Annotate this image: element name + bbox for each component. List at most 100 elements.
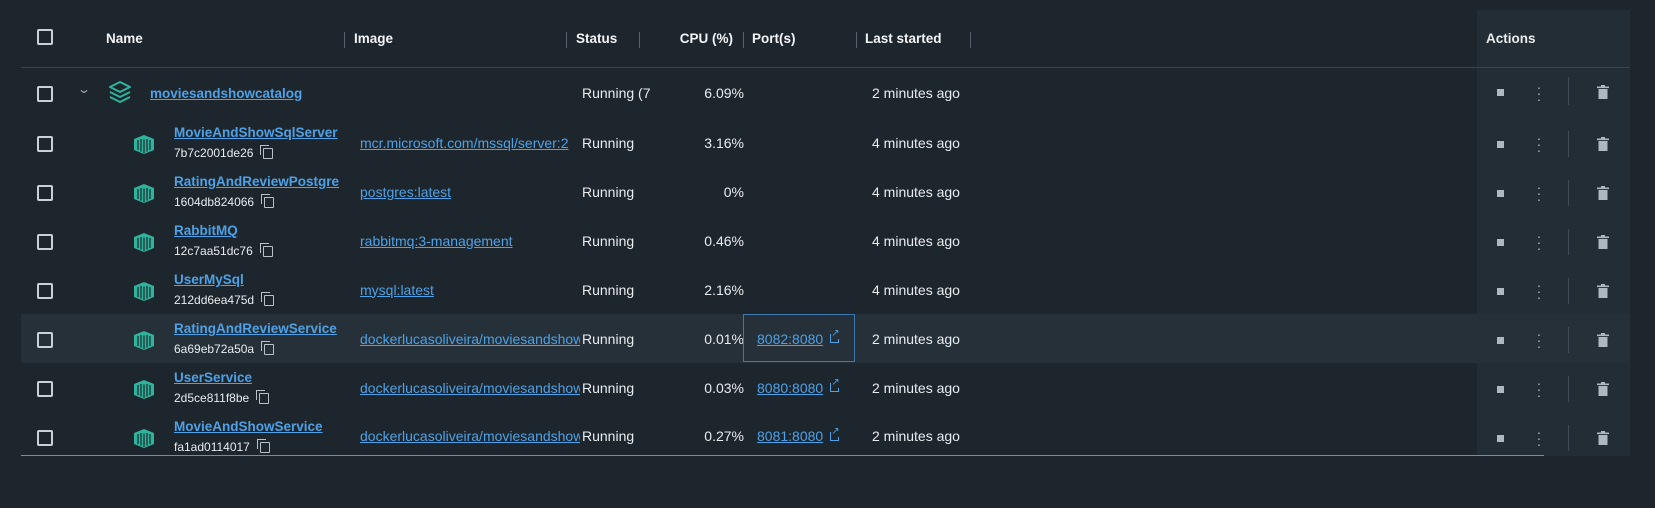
container-name-link[interactable]: RatingAndReviewPostgre — [174, 173, 339, 190]
group-name-link[interactable]: moviesandshowcatalog — [150, 86, 302, 101]
container-name-link[interactable]: MovieAndShowService — [174, 418, 323, 435]
action-divider — [1568, 278, 1569, 304]
trash-icon[interactable] — [1597, 333, 1609, 347]
row-checkbox[interactable] — [37, 234, 53, 250]
copy-icon[interactable] — [256, 438, 270, 453]
container-row[interactable]: RatingAndReviewPostgre 1604db824066 post… — [21, 167, 1630, 216]
more-vertical-icon[interactable]: · · · — [1536, 376, 1542, 402]
row-checkbox[interactable] — [37, 283, 53, 299]
container-id-text: 12c7aa51dc76 — [174, 244, 253, 258]
copy-icon[interactable] — [259, 242, 273, 257]
image-link[interactable]: dockerlucasoliveira/moviesandshow — [360, 331, 580, 347]
image-link[interactable]: mcr.microsoft.com/mssql/server:2 — [360, 135, 568, 151]
container-name-link[interactable]: UserMySql — [174, 271, 274, 288]
more-vertical-icon[interactable]: · · · — [1536, 425, 1542, 451]
trash-icon[interactable] — [1597, 431, 1609, 445]
container-name-link[interactable]: UserService — [174, 369, 269, 386]
header-status[interactable]: Status — [576, 10, 617, 67]
container-icon — [134, 282, 154, 301]
column-divider[interactable] — [344, 32, 345, 48]
header-ports[interactable]: Port(s) — [752, 10, 796, 67]
container-status: Running — [582, 379, 635, 396]
stop-icon[interactable] — [1497, 141, 1504, 148]
more-vertical-icon[interactable]: · · · — [1536, 278, 1542, 304]
chevron-down-icon[interactable]: ⌄ — [77, 82, 91, 96]
external-link-icon[interactable] — [830, 378, 840, 392]
column-divider[interactable] — [970, 32, 971, 48]
row-checkbox[interactable] — [37, 136, 53, 152]
row-checkbox[interactable] — [37, 332, 53, 348]
container-id-text: 2d5ce811f8be — [174, 391, 250, 405]
container-icon — [134, 380, 154, 399]
container-id-text: fa1ad0114017 — [174, 440, 250, 454]
column-divider[interactable] — [743, 32, 744, 48]
trash-icon[interactable] — [1597, 186, 1609, 200]
container-last-started: 4 minutes ago — [872, 134, 960, 151]
stop-icon[interactable] — [1497, 89, 1504, 96]
image-link[interactable]: rabbitmq:3-management — [360, 233, 513, 249]
port-link[interactable]: 8081:8080 — [757, 428, 823, 444]
container-cpu: 0.03% — [704, 379, 744, 396]
container-row[interactable]: UserService 2d5ce811f8be dockerlucasoliv… — [21, 363, 1630, 412]
external-link-icon[interactable] — [830, 426, 840, 441]
compose-group-row[interactable]: ⌄ moviesandshowcatalog Running (7 6.09% … — [21, 68, 1630, 118]
container-id: 212dd6ea475d — [174, 291, 275, 307]
column-divider[interactable] — [639, 32, 640, 48]
copy-icon[interactable] — [256, 389, 270, 404]
more-vertical-icon[interactable]: · · · — [1536, 180, 1542, 206]
row-checkbox[interactable] — [37, 86, 53, 102]
column-divider[interactable] — [566, 32, 567, 48]
header-name[interactable]: Name — [106, 10, 143, 67]
container-icon — [134, 233, 154, 252]
stop-icon[interactable] — [1497, 386, 1504, 393]
container-row[interactable]: RabbitMQ 12c7aa51dc76 rabbitmq:3-managem… — [21, 216, 1630, 265]
port-link[interactable]: 8080:8080 — [757, 380, 823, 396]
select-all-checkbox[interactable] — [37, 29, 53, 45]
container-name-link[interactable]: MovieAndShowSqlServer — [174, 124, 338, 141]
copy-icon[interactable] — [261, 193, 275, 208]
more-vertical-icon[interactable]: · · · — [1536, 229, 1542, 255]
header-actions: Actions — [1486, 31, 1536, 46]
header-cpu[interactable]: CPU (%) — [641, 10, 733, 67]
action-divider — [1568, 180, 1569, 206]
table-header: Name Image Status CPU (%) Port(s) Last s… — [21, 10, 1630, 68]
row-checkbox[interactable] — [37, 185, 53, 201]
trash-icon[interactable] — [1597, 382, 1609, 396]
more-vertical-icon[interactable]: · · · — [1536, 80, 1542, 106]
action-divider — [1568, 229, 1569, 255]
image-link[interactable]: dockerlucasoliveira/moviesandshow — [360, 428, 580, 444]
copy-icon[interactable] — [260, 144, 274, 159]
header-last-started[interactable]: Last started — [865, 10, 942, 67]
trash-icon[interactable] — [1597, 235, 1609, 249]
stop-icon[interactable] — [1497, 288, 1504, 295]
container-id: 6a69eb72a50a — [174, 340, 337, 356]
container-row[interactable]: RatingAndReviewService 6a69eb72a50a dock… — [21, 314, 1630, 363]
group-cpu: 6.09% — [704, 85, 744, 101]
copy-icon[interactable] — [261, 291, 275, 306]
container-row[interactable]: MovieAndShowSqlServer 7b7c2001de26 mcr.m… — [21, 118, 1630, 167]
more-vertical-icon[interactable]: · · · — [1536, 327, 1542, 353]
trash-icon[interactable] — [1597, 85, 1609, 99]
container-row[interactable]: UserMySql 212dd6ea475d mysql:latest Runn… — [21, 265, 1630, 314]
trash-icon[interactable] — [1597, 284, 1609, 298]
stop-icon[interactable] — [1497, 337, 1504, 344]
container-name-link[interactable]: RabbitMQ — [174, 222, 273, 239]
container-name-link[interactable]: RatingAndReviewService — [174, 320, 337, 337]
container-last-started: 2 minutes ago — [872, 428, 960, 444]
row-checkbox[interactable] — [37, 381, 53, 397]
image-link[interactable]: dockerlucasoliveira/moviesandshow — [360, 380, 580, 396]
row-checkbox[interactable] — [37, 430, 53, 446]
container-name-cell: RatingAndReviewService 6a69eb72a50a — [174, 320, 337, 356]
image-link[interactable]: mysql:latest — [360, 282, 434, 298]
copy-icon[interactable] — [261, 340, 275, 355]
header-image[interactable]: Image — [354, 10, 393, 67]
stop-icon[interactable] — [1497, 190, 1504, 197]
stop-icon[interactable] — [1497, 239, 1504, 246]
trash-icon[interactable] — [1597, 137, 1609, 151]
column-divider[interactable] — [856, 32, 857, 48]
stop-icon[interactable] — [1497, 435, 1504, 442]
image-cell: rabbitmq:3-management — [360, 216, 580, 265]
image-link[interactable]: postgres:latest — [360, 184, 451, 200]
container-row[interactable]: MovieAndShowService fa1ad0114017 dockerl… — [21, 412, 1630, 460]
more-vertical-icon[interactable]: · · · — [1536, 131, 1542, 157]
